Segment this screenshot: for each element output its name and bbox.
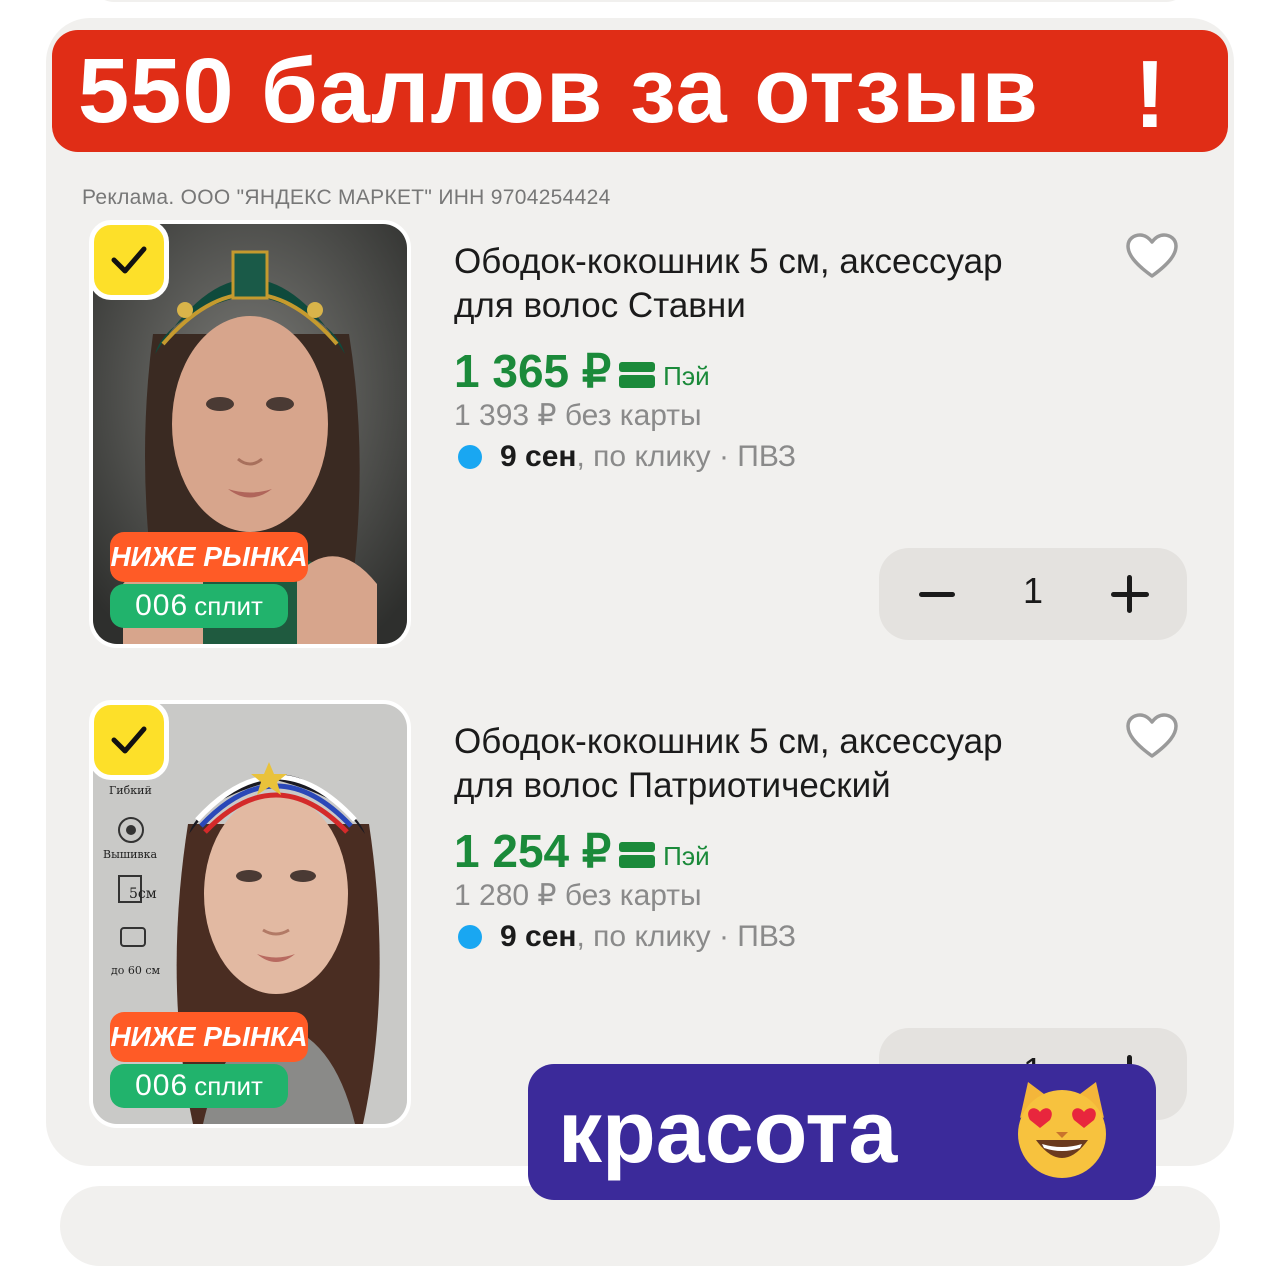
split-number: 006 bbox=[135, 589, 189, 622]
split-label: сплит bbox=[194, 590, 263, 621]
favorite-heart-icon[interactable] bbox=[1124, 712, 1180, 762]
checkmark-icon bbox=[111, 246, 147, 274]
product-title-line: Ободок-кокошник 5 см, аксессуар bbox=[454, 722, 1003, 761]
pay-label: Пэй bbox=[663, 361, 710, 391]
price-without-card: 1 280 ₽ без карты bbox=[454, 879, 702, 912]
delivery-dot-icon bbox=[458, 925, 482, 949]
feature-width: 5см bbox=[129, 886, 157, 902]
favorite-heart-icon[interactable] bbox=[1124, 232, 1180, 282]
split-number: 006 bbox=[135, 1069, 189, 1102]
ad-disclaimer: Реклама. ООО "ЯНДЕКС МАРКЕТ" ИНН 9704254… bbox=[82, 186, 611, 209]
delivery-details: , по клику · ПВЗ bbox=[576, 440, 796, 473]
product-title-line: Ободок-кокошник 5 см, аксессуар bbox=[454, 242, 1003, 281]
delivery-details: , по клику · ПВЗ bbox=[576, 920, 796, 953]
price-row: 1 254 ₽ Пэй bbox=[454, 824, 710, 878]
beauty-sticker-text: красота bbox=[558, 1082, 898, 1181]
pay-label: Пэй bbox=[663, 841, 710, 871]
price: 1 365 ₽ bbox=[454, 345, 612, 397]
select-checkbox[interactable] bbox=[89, 220, 169, 300]
delivery-date: 9 сен bbox=[500, 920, 577, 953]
split-label: сплит bbox=[194, 1070, 263, 1101]
review-points-banner: 550 баллов за отзыв ! bbox=[52, 30, 1228, 152]
exclamation-icon: ! bbox=[1134, 41, 1166, 148]
below-market-badge: НИЖЕ РЫНКА bbox=[110, 532, 308, 582]
delivery-date: 9 сен bbox=[500, 440, 577, 473]
feature-flexible: Гибкий bbox=[109, 784, 152, 797]
select-checkbox[interactable] bbox=[89, 700, 169, 780]
quantity-value: 1 bbox=[1022, 570, 1044, 611]
quantity-stepper: 1 bbox=[879, 548, 1187, 640]
split-badge: 006 сплит bbox=[110, 1064, 288, 1108]
product-title[interactable]: Ободок-кокошник 5 см, аксессуар для воло… bbox=[454, 720, 1094, 808]
price-without-card: 1 393 ₽ без карты bbox=[454, 399, 702, 432]
delivery-info: 9 сен , по клику · ПВЗ bbox=[458, 440, 796, 474]
price-row: 1 365 ₽ Пэй bbox=[454, 344, 710, 398]
product-title[interactable]: Ободок-кокошник 5 см, аксессуар для воло… bbox=[454, 240, 1094, 328]
product-title-line: для волос Ставни bbox=[454, 286, 746, 325]
previous-card-edge bbox=[90, 0, 1190, 2]
below-market-badge: НИЖЕ РЫНКА bbox=[110, 1012, 308, 1062]
split-badge: 006 сплит bbox=[110, 584, 288, 628]
checkmark-icon bbox=[111, 726, 147, 754]
heart-eyes-cat-icon bbox=[1018, 1082, 1106, 1178]
feature-embroidery: Вышивка bbox=[103, 848, 158, 861]
card-icon bbox=[619, 842, 656, 868]
product-title-line: для волос Патриотический bbox=[454, 766, 891, 805]
plus-icon[interactable] bbox=[1127, 575, 1132, 613]
price: 1 254 ₽ bbox=[454, 825, 612, 877]
delivery-info: 9 сен , по клику · ПВЗ bbox=[458, 920, 796, 954]
delivery-dot-icon bbox=[458, 445, 482, 469]
banner-text: 550 баллов за отзыв bbox=[78, 39, 1040, 142]
card-icon bbox=[619, 362, 656, 388]
feature-size: до 60 см bbox=[111, 964, 161, 977]
